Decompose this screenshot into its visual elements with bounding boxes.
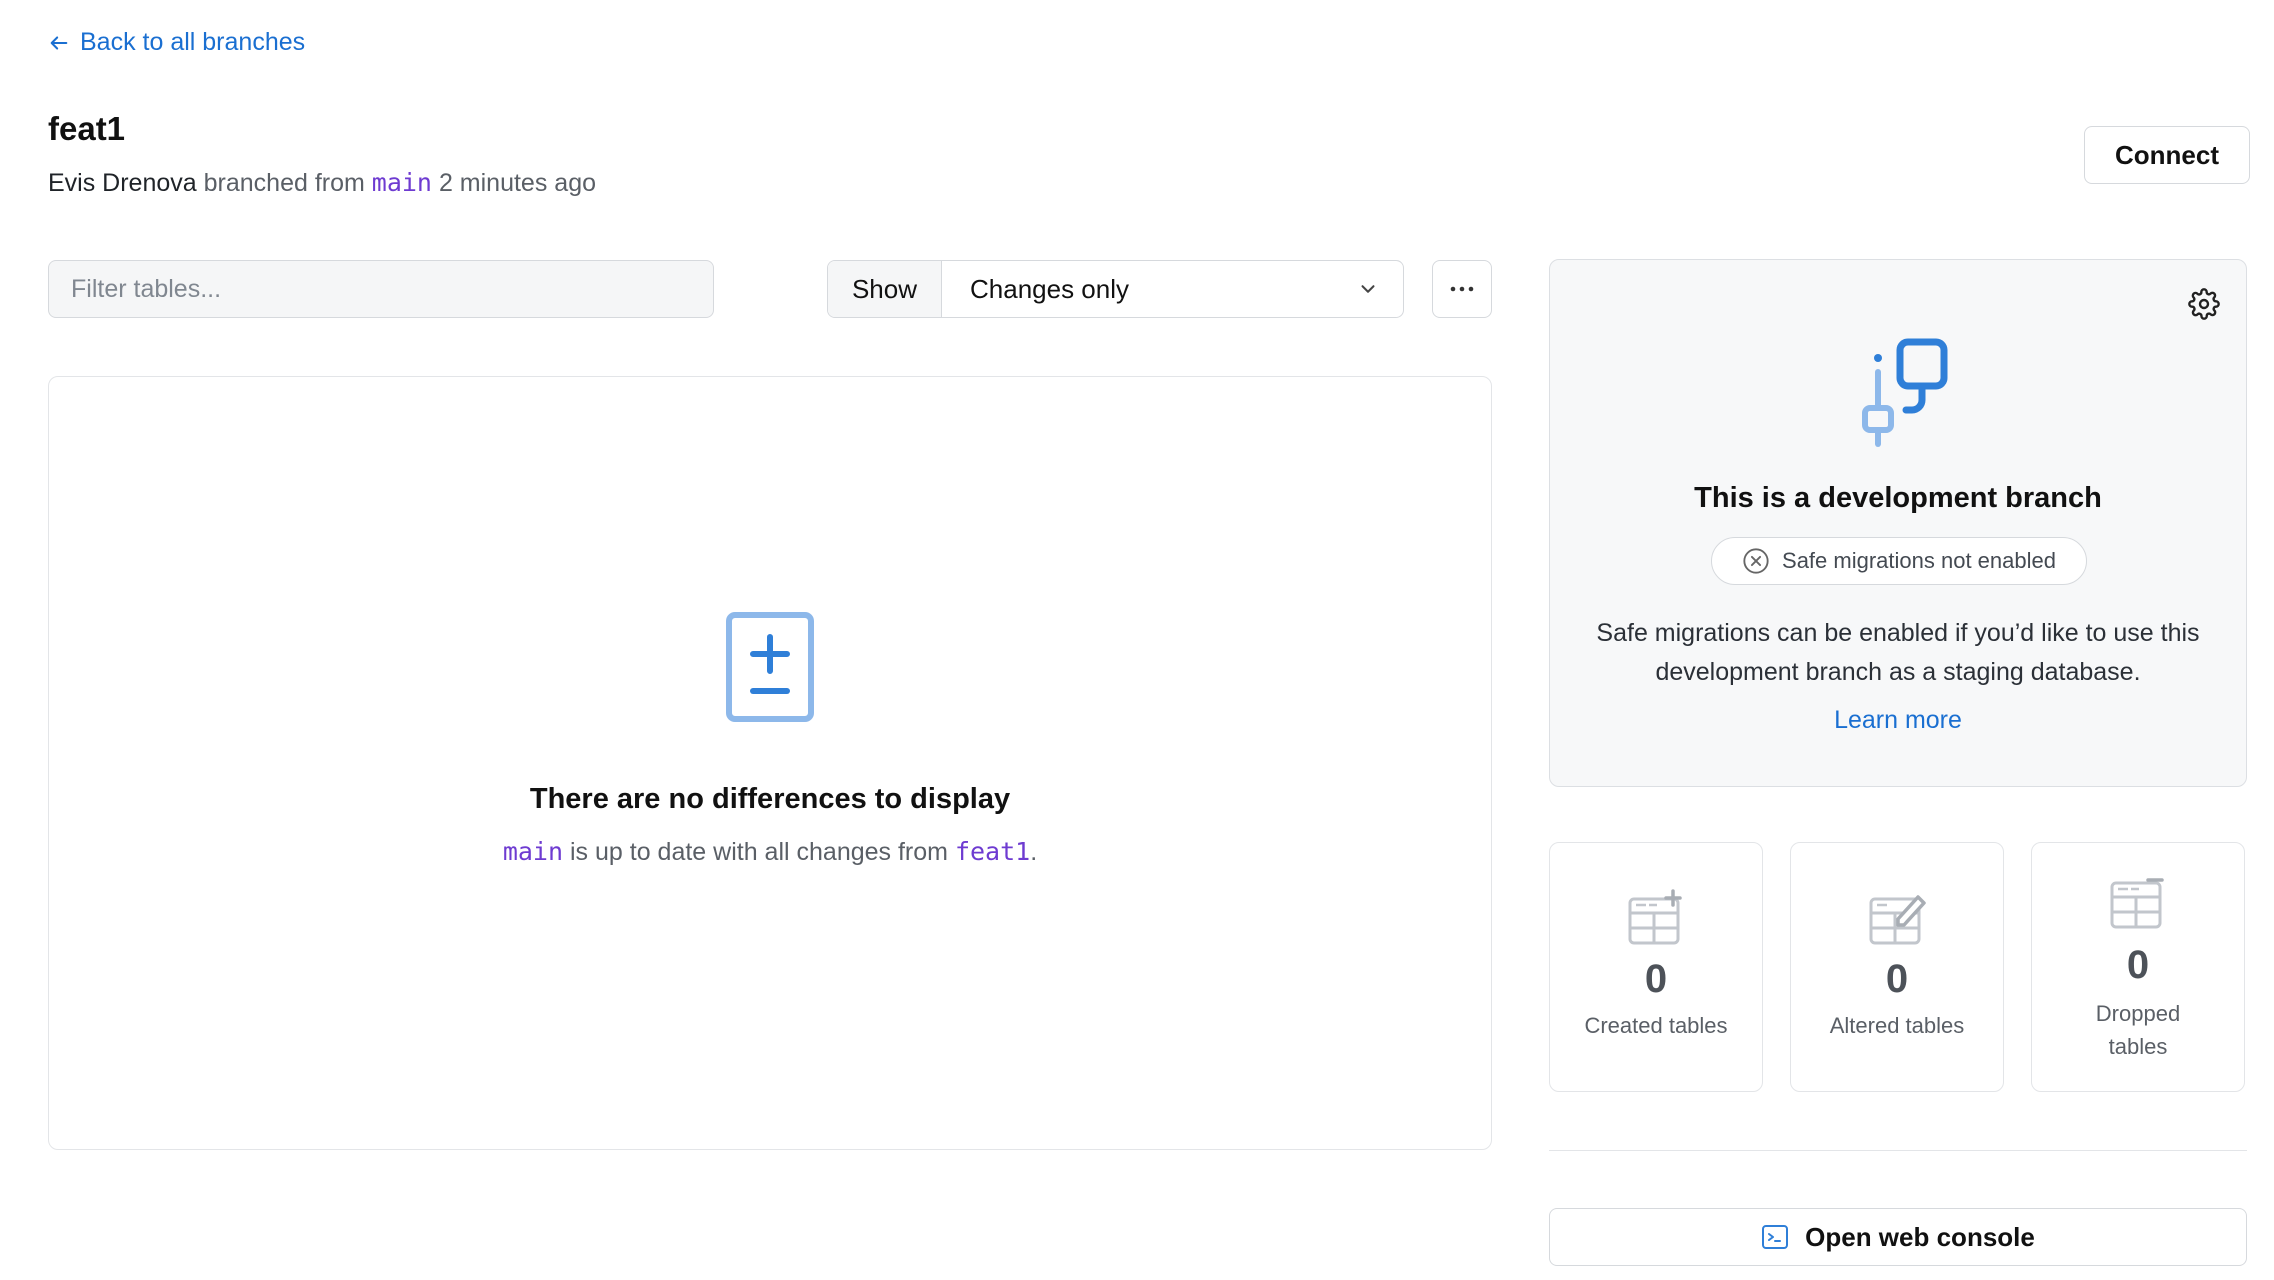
created-tables-label: Created tables	[1584, 1013, 1728, 1038]
empty-target-branch: main	[502, 837, 564, 866]
empty-state-description: main is up to date with all changes from…	[49, 837, 1491, 867]
branched-from-text: branched from	[203, 169, 365, 197]
branch-meta: Evis Drenova branched from main 2 minute…	[48, 168, 596, 198]
branch-icon	[1862, 338, 1948, 447]
show-filter-dropdown[interactable]: Show Changes only	[827, 260, 1404, 318]
x-circle-icon	[1743, 548, 1769, 574]
created-tables-count: 0	[1644, 957, 1668, 1001]
stat-dropped-tables: 0 Dropped tables	[2031, 842, 2245, 1092]
table-add-icon	[1628, 889, 1682, 945]
empty-middle-text: is up to date with all changes from	[570, 838, 948, 866]
chevron-down-icon	[1361, 285, 1375, 293]
show-selected-value: Changes only	[970, 273, 1129, 304]
filter-tables-input[interactable]	[48, 260, 714, 318]
back-to-branches-link[interactable]: Back to all branches	[48, 28, 305, 57]
connect-button[interactable]: Connect	[2084, 126, 2250, 184]
dev-branch-title: This is a development branch	[1694, 482, 2102, 514]
arrow-left-icon	[50, 35, 68, 50]
terminal-icon	[1762, 1225, 1789, 1249]
show-select[interactable]: Changes only	[942, 261, 1403, 317]
branch-time-ago: 2 minutes ago	[438, 169, 596, 197]
more-options-button[interactable]	[1432, 260, 1492, 318]
branch-title: feat1	[48, 110, 126, 147]
table-remove-icon	[2110, 878, 2164, 929]
altered-tables-label: Altered tables	[1829, 1013, 1965, 1038]
development-branch-card: This is a development branch Safe migrat…	[1549, 259, 2247, 787]
branch-author: Evis Drenova	[48, 169, 197, 197]
open-web-console-label: Open web console	[1805, 1221, 2035, 1252]
empty-state-title: There are no differences to display	[529, 783, 1011, 815]
safe-migrations-badge: Safe migrations not enabled	[1711, 537, 2087, 585]
open-web-console-button[interactable]: Open web console	[1549, 1208, 2247, 1266]
learn-more-link[interactable]: Learn more	[1550, 706, 2246, 735]
back-link-label: Back to all branches	[80, 28, 306, 56]
safe-migrations-badge-label: Safe migrations not enabled	[1782, 548, 2056, 573]
sidebar-divider	[1549, 1150, 2247, 1151]
empty-source-branch: feat1	[954, 837, 1031, 866]
gear-icon[interactable]	[2188, 288, 2220, 320]
diff-empty-state: There are no differences to display main…	[48, 376, 1492, 1150]
stat-created-tables: 0 Created tables	[1549, 842, 1763, 1092]
dropped-tables-count: 0	[2126, 943, 2150, 987]
show-label: Show	[828, 261, 942, 317]
more-horizontal-icon	[1450, 286, 1474, 292]
diff-document-icon	[726, 612, 814, 722]
parent-branch-name[interactable]: main	[372, 168, 432, 197]
stat-altered-tables: 0 Altered tables	[1790, 842, 2004, 1092]
table-edit-icon	[1869, 895, 1926, 945]
dev-branch-description: Safe migrations can be enabled if you’d …	[1596, 619, 2200, 686]
altered-tables-count: 0	[1885, 957, 1909, 1001]
empty-end-text: .	[1030, 838, 1038, 866]
dropped-tables-label: Dropped tables	[2095, 1001, 2181, 1059]
